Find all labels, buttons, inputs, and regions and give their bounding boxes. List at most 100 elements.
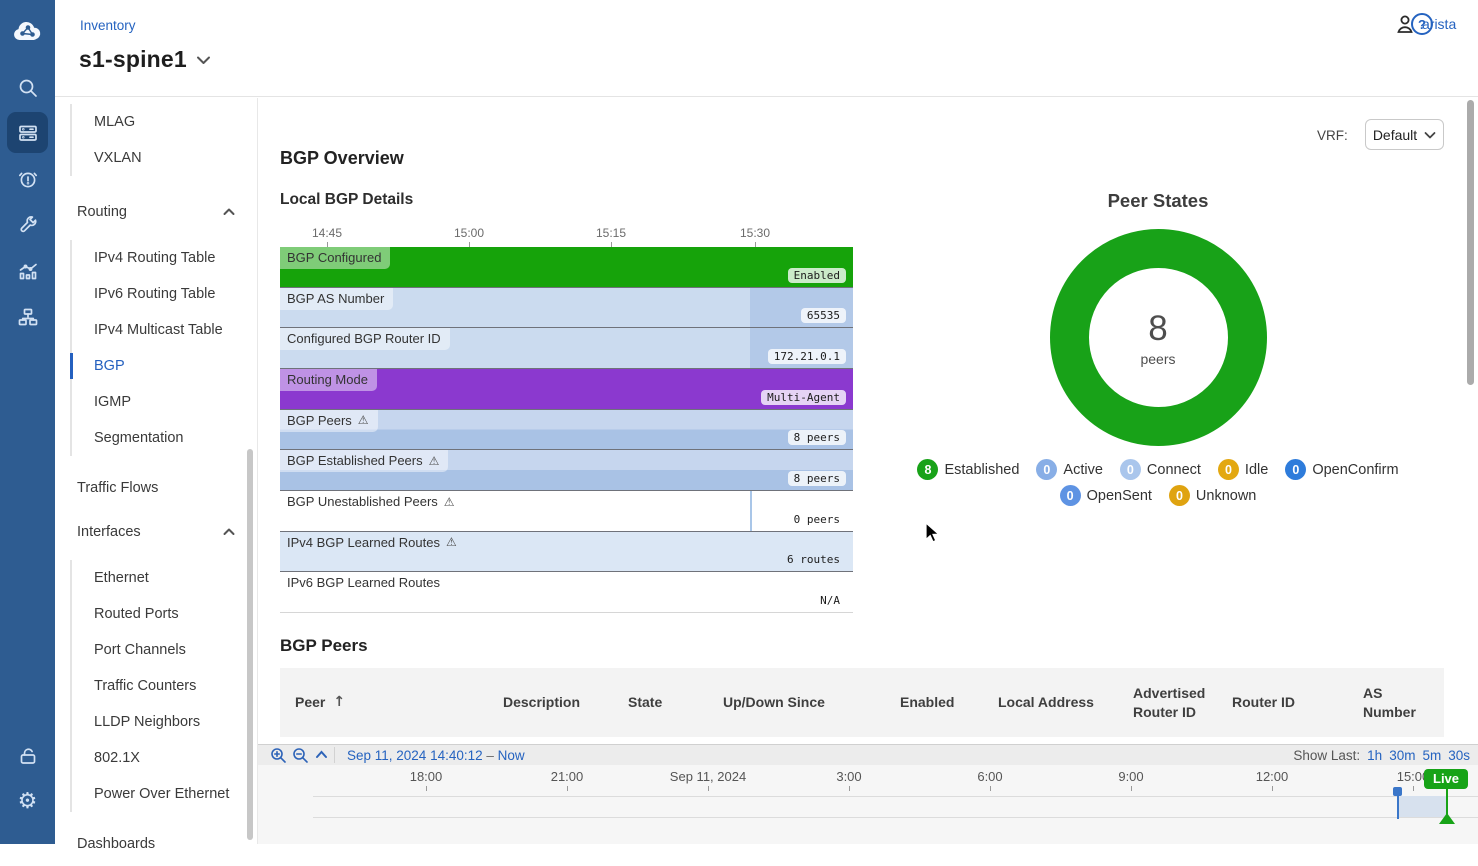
chevron-up-icon bbox=[223, 528, 235, 536]
sidebar-item-segmentation[interactable]: Segmentation bbox=[72, 420, 257, 456]
metrics-icon[interactable] bbox=[0, 249, 55, 293]
provisioning-icon[interactable] bbox=[0, 203, 55, 247]
user-icon bbox=[1393, 12, 1417, 36]
warning-icon: ⚠ bbox=[446, 535, 457, 549]
col-updown-since[interactable]: Up/Down Since bbox=[723, 693, 900, 711]
time-range-picker[interactable]: Sep 11, 2024 14:40:12 – Now bbox=[347, 748, 525, 763]
sort-asc-icon: ↑ bbox=[333, 693, 345, 711]
zoom-out-icon[interactable] bbox=[292, 747, 309, 764]
legend-unknown[interactable]: 0Unknown bbox=[1169, 485, 1256, 506]
row-bgp-unestablished-peers: BGP Unestablished Peers⚠ 0 peers bbox=[280, 491, 853, 532]
row-ipv4-bgp-learned-routes: IPv4 BGP Learned Routes⚠ 6 routes bbox=[280, 532, 853, 573]
live-badge[interactable]: Live bbox=[1424, 769, 1468, 789]
row-bgp-as-number: BGP AS Number 65535 bbox=[280, 288, 853, 329]
sidebar-item-ethernet[interactable]: Ethernet bbox=[72, 560, 257, 596]
page-title: BGP Overview bbox=[280, 148, 404, 169]
bgp-peers-table-header: Peer↑ Description State Up/Down Since En… bbox=[280, 668, 1444, 737]
show-last-controls: Show Last: 1h 30m 5m 30s bbox=[1293, 748, 1470, 763]
collapse-timeline-icon[interactable] bbox=[314, 747, 331, 764]
bgp-overview-panel: VRF: Default BGP Overview Local BGP Deta… bbox=[258, 98, 1478, 844]
page-header: Inventory s1-spine1 ? arista bbox=[55, 0, 1478, 97]
col-local-address[interactable]: Local Address bbox=[998, 693, 1133, 711]
show-last-1h[interactable]: 1h bbox=[1367, 748, 1382, 763]
device-sidebar: MLAG VXLAN Routing IPv4 Routing Table IP… bbox=[55, 98, 258, 844]
legend-opensent[interactable]: 0OpenSent bbox=[1060, 485, 1152, 506]
col-description[interactable]: Description bbox=[503, 693, 628, 711]
device-title-dropdown[interactable]: s1-spine1 bbox=[79, 46, 211, 73]
show-last-5m[interactable]: 5m bbox=[1422, 748, 1441, 763]
cloud-logo-icon bbox=[11, 20, 45, 44]
sidebar-item-ipv4-multicast-table[interactable]: IPv4 Multicast Table bbox=[72, 312, 257, 348]
sidebar-item-ipv4-routing-table[interactable]: IPv4 Routing Table bbox=[72, 240, 257, 276]
sidebar-item-mlag[interactable]: MLAG bbox=[72, 104, 257, 140]
col-advertised-router-id[interactable]: Advertised Router ID bbox=[1133, 684, 1232, 720]
sidebar-item-vxlan[interactable]: VXLAN bbox=[72, 140, 257, 176]
warning-icon: ⚠ bbox=[444, 495, 455, 509]
live-marker-arrow bbox=[1439, 813, 1455, 824]
row-bgp-peers: BGP Peers⚠ 8 peers bbox=[280, 410, 853, 451]
sidebar-item-traffic-flows[interactable]: Traffic Flows bbox=[55, 466, 257, 510]
show-last-30s[interactable]: 30s bbox=[1448, 748, 1470, 763]
global-timeline-bar: Sep 11, 2024 14:40:12 – Now Show Last: 1… bbox=[258, 744, 1478, 844]
legend-openconfirm[interactable]: 0OpenConfirm bbox=[1285, 459, 1398, 480]
sidebar-item-ipv6-routing-table[interactable]: IPv6 Routing Table bbox=[72, 276, 257, 312]
show-last-30m[interactable]: 30m bbox=[1389, 748, 1415, 763]
chevron-down-icon bbox=[196, 55, 211, 65]
peer-states-title: Peer States bbox=[870, 190, 1446, 212]
vrf-label: VRF: bbox=[1317, 128, 1348, 143]
row-routing-mode: Routing Mode Multi-Agent bbox=[280, 369, 853, 410]
col-router-id[interactable]: Router ID bbox=[1232, 693, 1363, 711]
row-bgp-established-peers: BGP Established Peers⚠ 8 peers bbox=[280, 450, 853, 491]
events-icon[interactable] bbox=[0, 157, 55, 201]
sidebar-item-power-over-ethernet[interactable]: Power Over Ethernet bbox=[72, 776, 257, 812]
bgp-peers-table: Peer↑ Description State Up/Down Since En… bbox=[280, 668, 1444, 737]
local-bgp-details-title: Local BGP Details bbox=[280, 191, 413, 209]
local-bgp-details-chart: BGP Configured Enabled BGP AS Number 655… bbox=[280, 247, 853, 613]
settings-gear-icon[interactable]: ⚙ bbox=[0, 779, 55, 823]
cloudvision-logo[interactable] bbox=[0, 10, 55, 54]
content-scrollbar[interactable] bbox=[1467, 100, 1474, 385]
col-peer[interactable]: Peer↑ bbox=[295, 693, 503, 711]
chevron-up-icon bbox=[223, 208, 235, 216]
topology-icon[interactable] bbox=[0, 295, 55, 339]
peer-states-donut: 8 peers bbox=[1050, 229, 1267, 446]
warning-icon: ⚠ bbox=[429, 454, 440, 468]
legend-established[interactable]: 8Established bbox=[917, 459, 1019, 480]
legend-idle[interactable]: 0Idle bbox=[1218, 459, 1268, 480]
sidebar-item-lldp-neighbors[interactable]: LLDP Neighbors bbox=[72, 704, 257, 740]
warning-icon: ⚠ bbox=[358, 413, 369, 427]
zoom-in-icon[interactable] bbox=[270, 747, 287, 764]
sidebar-scrollbar[interactable] bbox=[247, 449, 253, 840]
app-rail: ⚙ bbox=[0, 0, 55, 844]
timeline-start-marker-handle[interactable] bbox=[1393, 787, 1402, 796]
sidebar-section-routing[interactable]: Routing bbox=[55, 190, 257, 234]
device-title: s1-spine1 bbox=[79, 46, 187, 73]
col-as-number[interactable]: AS Number bbox=[1363, 684, 1444, 720]
sidebar-item-dashboards[interactable]: Dashboards bbox=[55, 822, 257, 866]
row-ipv6-bgp-learned-routes: IPv6 BGP Learned Routes N/A bbox=[280, 572, 853, 613]
search-icon[interactable] bbox=[0, 66, 55, 110]
row-bgp-configured: BGP Configured Enabled bbox=[280, 247, 853, 288]
local-details-time-axis: 14:45 15:00 15:15 15:30 bbox=[280, 226, 853, 246]
lock-icon[interactable] bbox=[0, 734, 55, 778]
vrf-select[interactable]: Default bbox=[1365, 119, 1444, 150]
col-enabled[interactable]: Enabled bbox=[900, 693, 998, 711]
sidebar-item-igmp[interactable]: IGMP bbox=[72, 384, 257, 420]
peer-count: 8 bbox=[1148, 309, 1167, 349]
sidebar-item-8021x[interactable]: 802.1X bbox=[72, 740, 257, 776]
sidebar-item-bgp[interactable]: BGP bbox=[72, 348, 257, 384]
peer-states-card: Peer States 8 peers 8Established 0Active… bbox=[870, 190, 1446, 506]
user-name: arista bbox=[1422, 16, 1456, 32]
legend-active[interactable]: 0Active bbox=[1036, 459, 1103, 480]
col-state[interactable]: State bbox=[628, 693, 723, 711]
row-configured-bgp-router-id: Configured BGP Router ID 172.21.0.1 bbox=[280, 328, 853, 369]
breadcrumb[interactable]: Inventory bbox=[80, 18, 136, 33]
sidebar-item-traffic-counters[interactable]: Traffic Counters bbox=[72, 668, 257, 704]
legend-connect[interactable]: 0Connect bbox=[1120, 459, 1201, 480]
sidebar-item-routed-ports[interactable]: Routed Ports bbox=[72, 596, 257, 632]
sidebar-item-port-channels[interactable]: Port Channels bbox=[72, 632, 257, 668]
sidebar-section-interfaces[interactable]: Interfaces bbox=[55, 510, 257, 554]
devices-icon[interactable] bbox=[0, 111, 55, 155]
bgp-peers-title: BGP Peers bbox=[280, 636, 368, 656]
user-menu[interactable]: arista bbox=[1393, 12, 1456, 36]
